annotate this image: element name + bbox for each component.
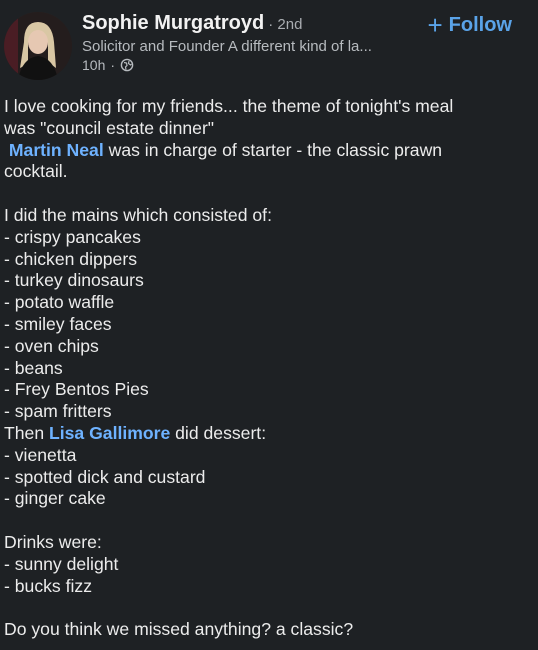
drinks-intro: Drinks were: [4,531,102,552]
post-time: 10h [82,57,106,73]
list-item: - beans [4,357,63,378]
connection-degree: · 2nd [268,16,303,33]
list-item: - oven chips [4,335,99,356]
list-item: - chicken dippers [4,248,137,269]
post-text: did dessert: [170,422,267,443]
list-item: - sunny delight [4,553,119,574]
list-item: - spotted dick and custard [4,466,206,487]
mains-intro: I did the mains which consisted of: [4,204,272,225]
list-item: - crispy pancakes [4,226,141,247]
author-headline: Solicitor and Founder A different kind o… [82,38,372,55]
avatar-image [4,12,72,80]
list-item: - turkey dinosaurs [4,270,144,291]
post-body: I love cooking for my friends... the the… [4,96,532,641]
separator-dot: · [110,57,116,73]
post-text: was in charge of starter - the classic p… [103,139,443,160]
mention-lisa-gallimore[interactable]: Lisa Gallimore [49,423,170,443]
list-item: - potato waffle [4,292,115,313]
post-line: Then Lisa Gallimore did dessert: [4,423,532,445]
globe-icon [120,58,134,72]
plus-icon: + [427,10,443,40]
mention-martin-neal[interactable]: Martin Neal [9,140,104,160]
list-item: - smiley faces [4,313,112,334]
author-name-row: Sophie Murgatroyd · 2nd [82,12,302,35]
avatar[interactable] [4,12,72,80]
post-line: cocktail. [4,161,68,182]
post-text: Then [4,422,49,443]
list-item: - ginger cake [4,488,106,509]
post-line: was "council estate dinner" [4,117,215,138]
post-line: I love cooking for my friends... the the… [4,96,454,116]
post-header: Sophie Murgatroyd · 2nd Solicitor and Fou… [0,0,538,88]
list-item: - Frey Bentos Pies [4,379,149,400]
list-item: - bucks fizz [4,575,92,596]
post-meta: 10h · [82,57,134,73]
follow-label: Follow [448,13,512,36]
list-item: - spam fritters [4,401,112,422]
post-line: Martin Neal was in charge of starter - t… [4,140,532,162]
author-name[interactable]: Sophie Murgatroyd [82,12,264,34]
closing-line: Do you think we missed anything? a class… [4,619,354,640]
list-item: - vienetta [4,444,77,465]
follow-button[interactable]: + Follow [427,12,512,38]
